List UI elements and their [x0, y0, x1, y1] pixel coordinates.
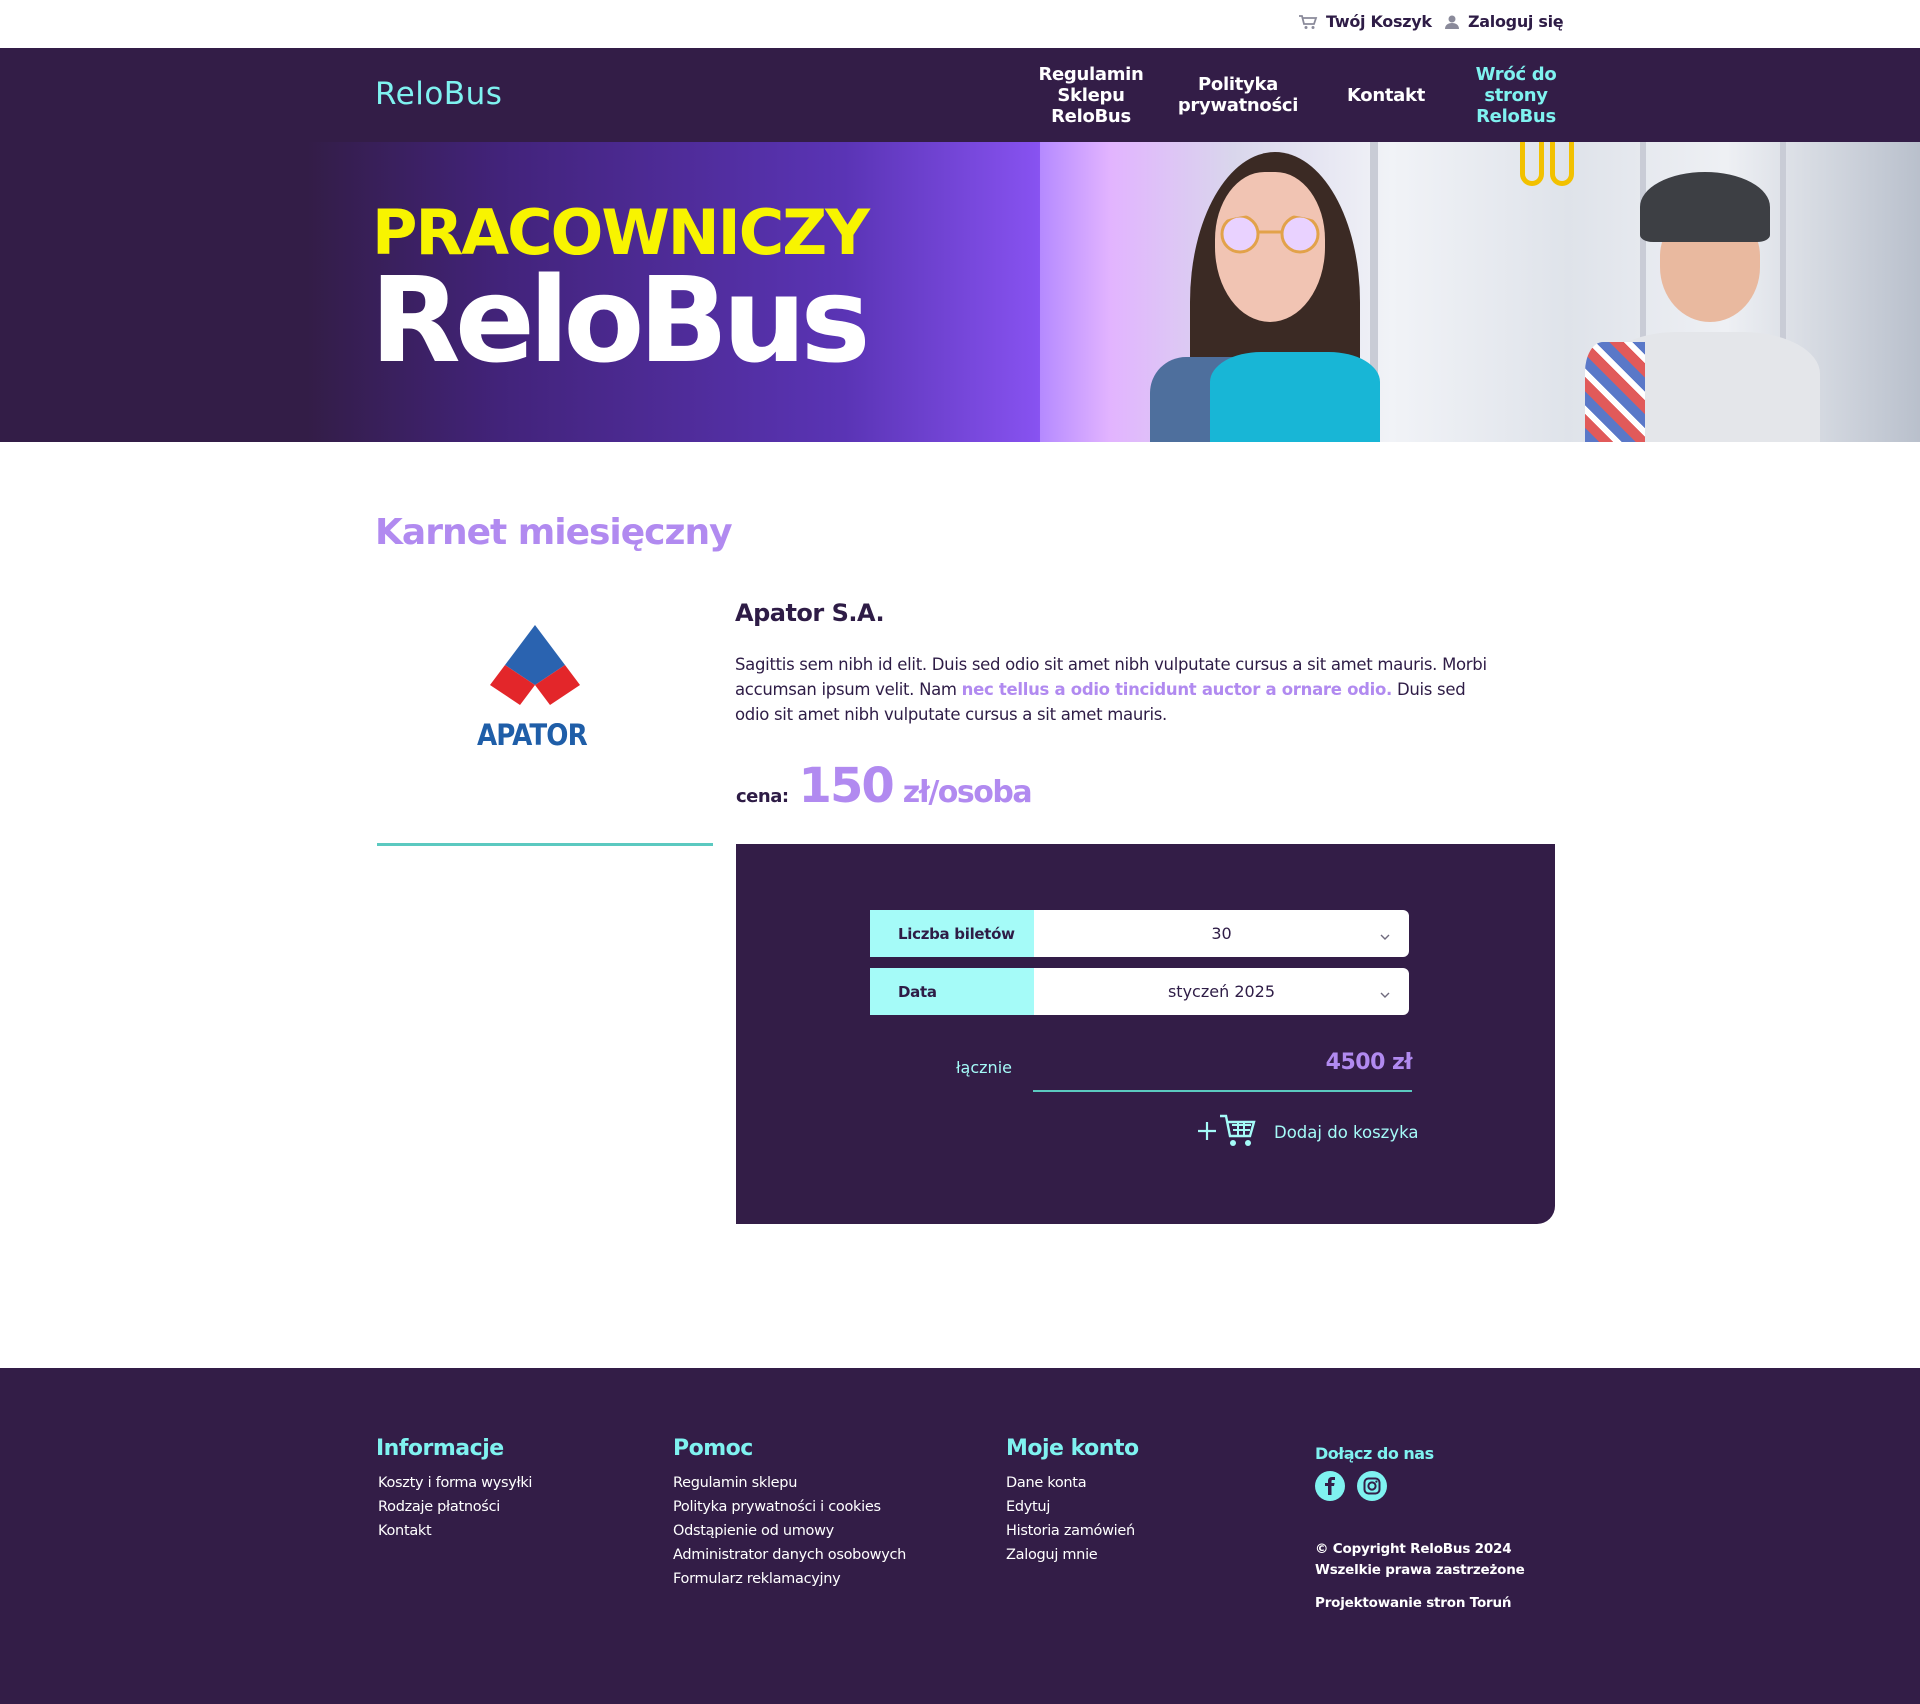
footer-link[interactable]: Koszty i forma wysyłki [376, 1471, 532, 1495]
tickets-select-value: 30 [1211, 924, 1232, 943]
footer-link[interactable]: Edytuj [1006, 1495, 1139, 1519]
photo-strap [1550, 142, 1574, 186]
hero-title-main: ReloBus [370, 251, 871, 389]
footer-link[interactable]: Kontakt [376, 1519, 532, 1543]
copyright: © Copyright ReloBus 2024 Wszelkie prawa … [1315, 1539, 1525, 1581]
date-label: Data [870, 968, 1034, 1015]
footer-social-column: Dołącz do nas © Copyright ReloBus 2024 W… [1315, 1444, 1525, 1611]
footer-link[interactable]: Polityka prywatności i cookies [673, 1495, 906, 1519]
footer: Informacje Koszty i forma wysyłki Rodzaj… [0, 1368, 1920, 1704]
main-header: ReloBus Regulamin Sklepu ReloBus Polityk… [0, 48, 1920, 142]
photo-man-cap [1640, 172, 1770, 242]
photo-woman-glasses [1220, 214, 1320, 254]
photo-strap [1520, 142, 1544, 186]
nav-item-polityka[interactable]: Polityka prywatności [1172, 48, 1304, 142]
login-link-label: Zaloguj się [1468, 12, 1564, 31]
login-link[interactable]: Zaloguj się [1444, 12, 1564, 31]
cart-link-label: Twój Koszyk [1326, 12, 1432, 31]
copyright-line: Wszelkie prawa zastrzeżone [1315, 1562, 1525, 1578]
footer-info-column: Informacje Koszty i forma wysyłki Rodzaj… [376, 1436, 532, 1543]
price-row: cena: 150 zł/osoba [736, 758, 1033, 814]
photo-man-plaid [1585, 342, 1645, 442]
nav-item-back-to-site[interactable]: Wróć do strony ReloBus [1462, 48, 1570, 142]
order-panel: Liczba biletów 30 Data styczeń 2025 łącz… [736, 844, 1555, 1224]
footer-info-title: Informacje [376, 1436, 504, 1461]
footer-help-column: Pomoc Regulamin sklepu Polityka prywatno… [673, 1436, 906, 1591]
price-unit: zł/osoba [902, 775, 1033, 810]
site-logo[interactable]: ReloBus [375, 76, 502, 112]
designer-credit[interactable]: Projektowanie stron Toruń [1315, 1595, 1525, 1611]
photo-woman-shirt [1210, 352, 1380, 442]
price-value: 150 [798, 758, 895, 814]
tickets-select[interactable]: 30 [1034, 910, 1409, 957]
add-to-cart-button[interactable]: Dodaj do koszyka [1196, 1112, 1419, 1152]
footer-link[interactable]: Formularz reklamacyjny [673, 1567, 906, 1591]
footer-account-column: Moje konto Dane konta Edytuj Historia za… [1006, 1436, 1139, 1567]
logo-divider [377, 843, 713, 846]
facebook-icon[interactable] [1315, 1471, 1345, 1501]
chevron-down-icon [1379, 926, 1391, 945]
footer-link[interactable]: Historia zamówień [1006, 1519, 1139, 1543]
description-highlight: nec tellus a odio tincidunt auctor a orn… [961, 680, 1393, 699]
footer-link[interactable]: Administrator danych osobowych [673, 1543, 906, 1567]
company-name: Apator S.A. [735, 599, 885, 627]
hero-banner: PRACOWNICZY ReloBus [0, 142, 1920, 442]
cart-link[interactable]: Twój Koszyk [1298, 12, 1432, 31]
product-description: Sagittis sem nibh id elit. Duis sed odio… [735, 652, 1495, 727]
chevron-down-icon [1379, 984, 1391, 1003]
company-logo-text: APATOR [477, 718, 588, 752]
footer-link[interactable]: Rodzaje płatności [376, 1495, 532, 1519]
total-value: 4500 zł [1325, 1050, 1413, 1075]
add-to-cart-icon [1196, 1112, 1258, 1152]
footer-link[interactable]: Regulamin sklepu [673, 1471, 906, 1495]
footer-help-title: Pomoc [673, 1436, 753, 1461]
price-label: cena: [736, 786, 789, 807]
total-divider [1033, 1090, 1412, 1092]
nav-item-regulamin[interactable]: Regulamin Sklepu ReloBus [1028, 48, 1154, 142]
footer-account-title: Moje konto [1006, 1436, 1139, 1461]
footer-link[interactable]: Dane konta [1006, 1471, 1139, 1495]
instagram-icon[interactable] [1357, 1471, 1387, 1501]
add-to-cart-label: Dodaj do koszyka [1274, 1122, 1419, 1142]
nav-item-kontakt[interactable]: Kontakt [1340, 48, 1432, 142]
total-label: łącznie [956, 1058, 1012, 1077]
footer-link[interactable]: Odstąpienie od umowy [673, 1519, 906, 1543]
section-title: Karnet miesięczny [375, 512, 733, 553]
date-select[interactable]: styczeń 2025 [1034, 968, 1409, 1015]
copyright-line: © Copyright ReloBus 2024 [1315, 1541, 1512, 1557]
footer-social-title: Dołącz do nas [1315, 1444, 1434, 1463]
social-links [1315, 1471, 1525, 1501]
cart-icon [1298, 14, 1318, 30]
date-field: Data styczeń 2025 [870, 968, 1409, 1015]
footer-link[interactable]: Zaloguj mnie [1006, 1543, 1139, 1567]
date-select-value: styczeń 2025 [1167, 982, 1276, 1001]
tickets-label: Liczba biletów [870, 910, 1034, 957]
hero-photo [1040, 142, 1920, 442]
tickets-field: Liczba biletów 30 [870, 910, 1409, 957]
utility-bar: Twój Koszyk Zaloguj się [0, 0, 1920, 48]
user-icon [1444, 14, 1460, 30]
